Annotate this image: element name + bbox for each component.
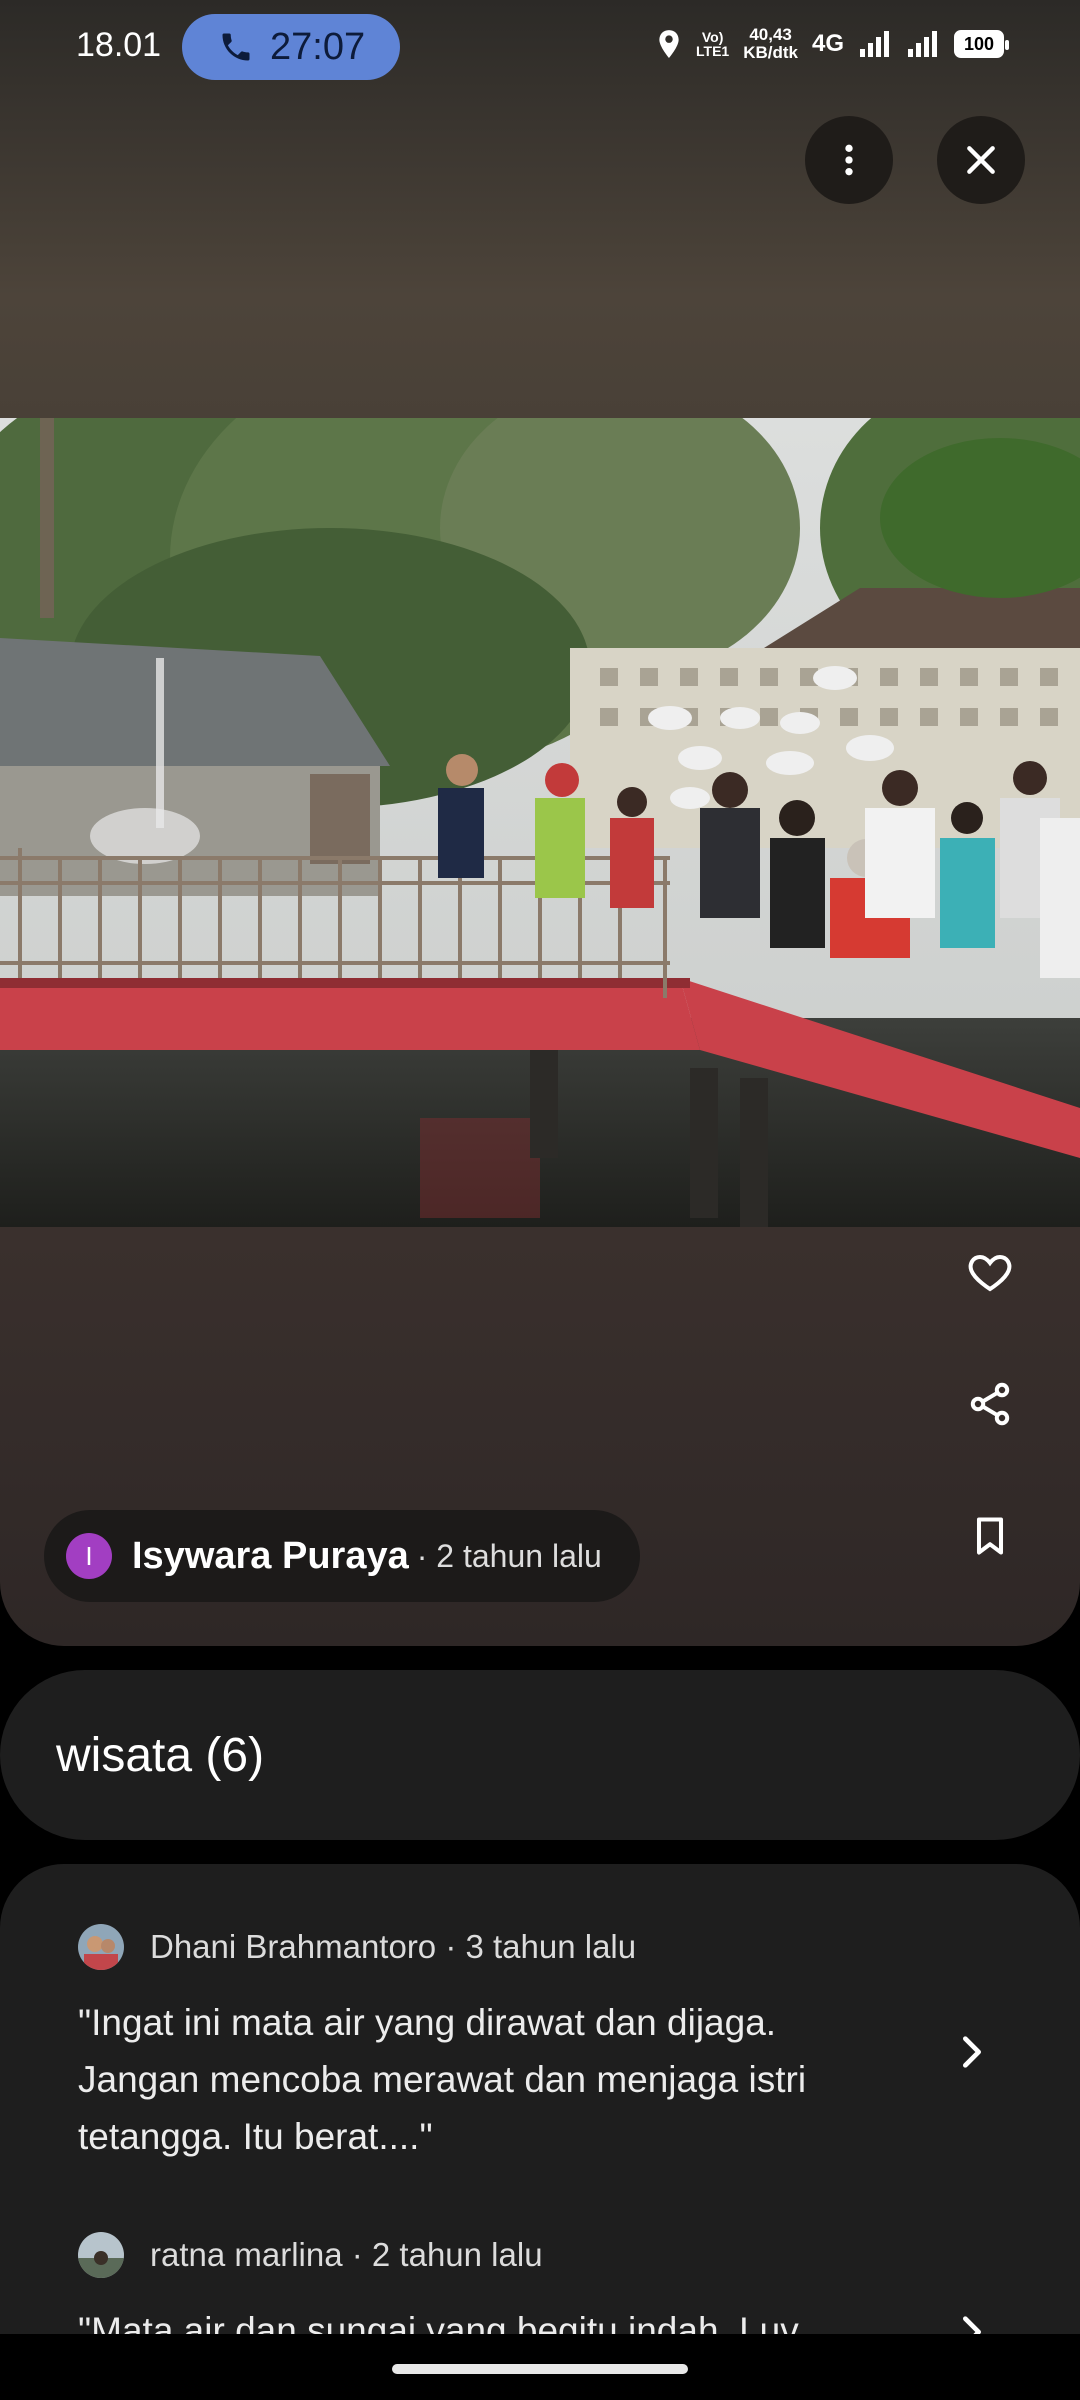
phone-icon	[222, 33, 250, 61]
volte-indicator: Vo) LTE1	[696, 30, 729, 58]
review-text: "Mata air dan sungai yang begitu indah. …	[78, 2310, 799, 2334]
volte-label: Vo)	[701, 29, 724, 45]
chevron-right-icon[interactable]	[952, 2312, 992, 2334]
net-speed-unit: KB/dtk	[743, 43, 798, 62]
share-icon	[970, 1382, 1010, 1426]
review-author: Dhani Brahmantoro · 3 tahun lalu	[150, 1928, 637, 1965]
place-photo[interactable]	[0, 418, 1080, 1227]
close-button[interactable]	[937, 116, 1025, 204]
net-speed-value: 40,43	[749, 25, 792, 44]
signal-icon	[908, 31, 937, 57]
lte-label: LTE1	[696, 43, 730, 59]
status-bar: 18.01 27:07 Vo) LTE1 40,43 KB/dtk 4G 100	[0, 0, 1080, 96]
call-timer: 27:07	[270, 25, 366, 68]
heart-icon	[968, 1254, 1012, 1292]
signal-icon	[860, 31, 889, 57]
review-item[interactable]: Dhani Brahmantoro · 3 tahun lalu "Ingat …	[78, 1924, 978, 2165]
home-indicator[interactable]	[392, 2364, 688, 2374]
bookmark-icon	[976, 1517, 1004, 1555]
battery-indicator: 100	[954, 30, 1009, 58]
photo-viewer-card: 18.01 27:07 Vo) LTE1 40,43 KB/dtk 4G 100…	[0, 0, 1080, 1646]
review-header: Dhani Brahmantoro · 3 tahun lalu	[78, 1924, 978, 1970]
review-item[interactable]: ratna marlina · 2 tahun lalu "Mata air d…	[78, 2232, 978, 2334]
like-button[interactable]	[960, 1242, 1020, 1302]
reviews-list: Dhani Brahmantoro · 3 tahun lalu "Ingat …	[0, 1864, 1080, 2334]
photo-post-time: · 2 tahun lalu	[416, 1537, 602, 1574]
ongoing-call-chip[interactable]: 27:07	[182, 14, 400, 80]
photo-illustration	[0, 418, 1080, 1227]
album-chip[interactable]: wisata (6)	[0, 1670, 1080, 1840]
chevron-right-icon[interactable]	[952, 2032, 992, 2072]
author-name: Isywara Puraya	[132, 1534, 409, 1577]
review-text: "Ingat ini mata air yang dirawat dan dij…	[78, 2002, 807, 2157]
net-speed: 40,43 KB/dtk	[743, 26, 798, 62]
album-label: wisata (6)	[56, 1728, 265, 1782]
more-options-button[interactable]	[805, 116, 893, 204]
close-icon	[967, 146, 995, 174]
share-button[interactable]	[960, 1374, 1020, 1434]
location-pin-icon	[659, 30, 679, 58]
author-avatar: I	[66, 1533, 112, 1579]
network-type: 4G	[811, 30, 844, 57]
avatar	[78, 1924, 124, 1970]
save-button[interactable]	[960, 1506, 1020, 1566]
more-vert-icon	[845, 144, 853, 176]
photo-author-chip[interactable]: I Isywara Puraya · 2 tahun lalu	[44, 1510, 640, 1602]
review-author: ratna marlina · 2 tahun lalu	[150, 2236, 543, 2273]
clock: 18.01	[76, 26, 162, 64]
review-header: ratna marlina · 2 tahun lalu	[78, 2232, 978, 2278]
status-icons: Vo) LTE1 40,43 KB/dtk 4G 100	[656, 26, 1009, 62]
avatar	[78, 2232, 124, 2278]
